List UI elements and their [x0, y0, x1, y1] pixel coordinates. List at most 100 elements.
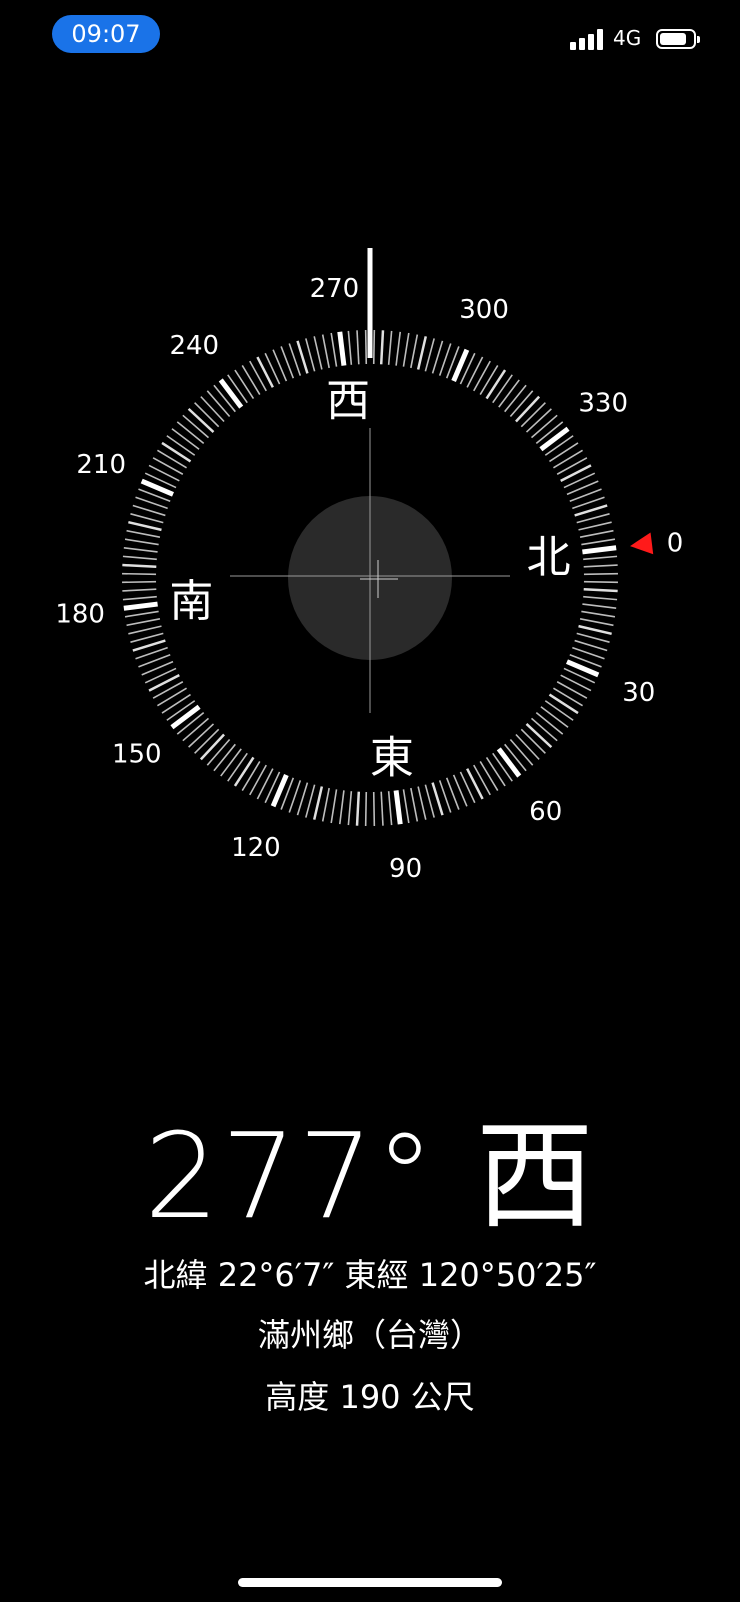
minor-tick [583, 595, 618, 601]
minor-tick [579, 618, 614, 627]
minor-tick [234, 369, 255, 399]
cardinal-label: 南 [169, 576, 213, 627]
minor-tick [132, 639, 166, 652]
minor-tick [188, 723, 215, 748]
minor-tick [498, 379, 520, 408]
minor-tick [241, 761, 261, 791]
minor-tick [213, 743, 236, 772]
minor-tick [161, 693, 191, 714]
minor-tick [485, 369, 507, 400]
minor-tick [122, 572, 157, 576]
degree-label: 180 [55, 600, 105, 630]
minor-tick [161, 441, 192, 463]
minor-tick [560, 674, 592, 692]
cardinal-label: 西 [326, 375, 370, 426]
minor-tick [544, 700, 574, 721]
minor-tick [556, 681, 588, 699]
minor-tick [520, 402, 546, 428]
minor-tick [364, 330, 368, 365]
minor-tick [124, 610, 159, 618]
minor-tick [122, 595, 157, 601]
minor-tick [372, 791, 376, 826]
minor-tick [525, 408, 552, 433]
minor-tick [157, 449, 187, 469]
minor-tick [321, 787, 330, 822]
minor-tick [553, 687, 583, 707]
major-tick [170, 704, 201, 730]
coordinates[interactable]: 北緯 22°6′7″ 東經 120°50′25″ [0, 1250, 740, 1296]
minor-tick [128, 520, 162, 532]
minor-tick [485, 757, 506, 787]
degree-label: 150 [112, 740, 162, 770]
minor-tick [583, 572, 618, 576]
major-tick [218, 378, 244, 409]
degree-label: 240 [169, 331, 219, 361]
minor-tick [583, 564, 618, 568]
degree-label: 90 [389, 854, 422, 884]
minor-tick [466, 356, 484, 388]
minor-tick [473, 360, 491, 392]
minor-tick [166, 435, 196, 456]
minor-tick [182, 414, 210, 439]
minor-tick [387, 791, 393, 826]
minor-tick [321, 334, 330, 369]
minor-tick [305, 784, 316, 818]
minor-tick [126, 618, 161, 627]
major-tick [337, 331, 347, 366]
minor-tick [132, 504, 166, 517]
degree-label: 270 [310, 274, 360, 304]
minor-tick [256, 356, 274, 388]
cardinal-label: 東 [370, 733, 414, 784]
minor-tick [395, 331, 402, 366]
minor-tick [525, 723, 553, 749]
minor-tick [473, 764, 491, 796]
degree-label: 330 [578, 388, 628, 418]
altitude: 高度 190 公尺 [265, 1378, 475, 1416]
minor-tick [227, 752, 248, 782]
major-tick [582, 545, 617, 555]
minor-tick [122, 588, 157, 592]
minor-tick [387, 330, 393, 365]
minor-tick [576, 632, 610, 643]
degree-label: 120 [231, 833, 281, 863]
minor-tick [249, 764, 267, 796]
minor-tick [416, 336, 428, 370]
minor-tick [402, 332, 410, 367]
minor-tick [410, 787, 419, 822]
minor-tick [553, 449, 583, 469]
minor-tick [574, 639, 608, 652]
minor-tick [157, 687, 187, 707]
minor-tick [187, 407, 215, 433]
minor-tick [206, 738, 231, 766]
degree-label: 30 [622, 678, 655, 708]
home-indicator[interactable] [238, 1578, 502, 1587]
minor-tick [355, 791, 361, 826]
minor-tick [417, 786, 427, 820]
minor-tick [126, 529, 161, 538]
minor-tick [122, 580, 157, 584]
major-tick [539, 426, 570, 452]
minor-tick [123, 546, 158, 553]
minor-tick [220, 748, 242, 777]
minor-tick [312, 786, 324, 820]
minor-tick [530, 717, 558, 742]
major-tick [393, 790, 403, 825]
minor-tick [509, 738, 534, 766]
minor-tick [582, 603, 617, 610]
minor-tick [122, 555, 157, 561]
minor-tick [402, 789, 410, 824]
north-marker [630, 532, 654, 555]
minor-tick [182, 717, 210, 742]
degree-label: 0 [667, 528, 684, 558]
minor-tick [574, 504, 608, 517]
minor-tick [152, 681, 184, 699]
degree-label: 300 [459, 295, 509, 325]
compass-dial[interactable]: 0 30 60 90 120 150 180 210 240 270 300 330 北東 南 西 [0, 0, 740, 900]
minor-tick [431, 340, 444, 374]
minor-tick [372, 330, 376, 365]
minor-tick [200, 396, 225, 423]
minor-tick [583, 587, 618, 593]
minor-tick [364, 791, 368, 826]
minor-tick [256, 768, 274, 800]
minor-tick [466, 768, 484, 800]
